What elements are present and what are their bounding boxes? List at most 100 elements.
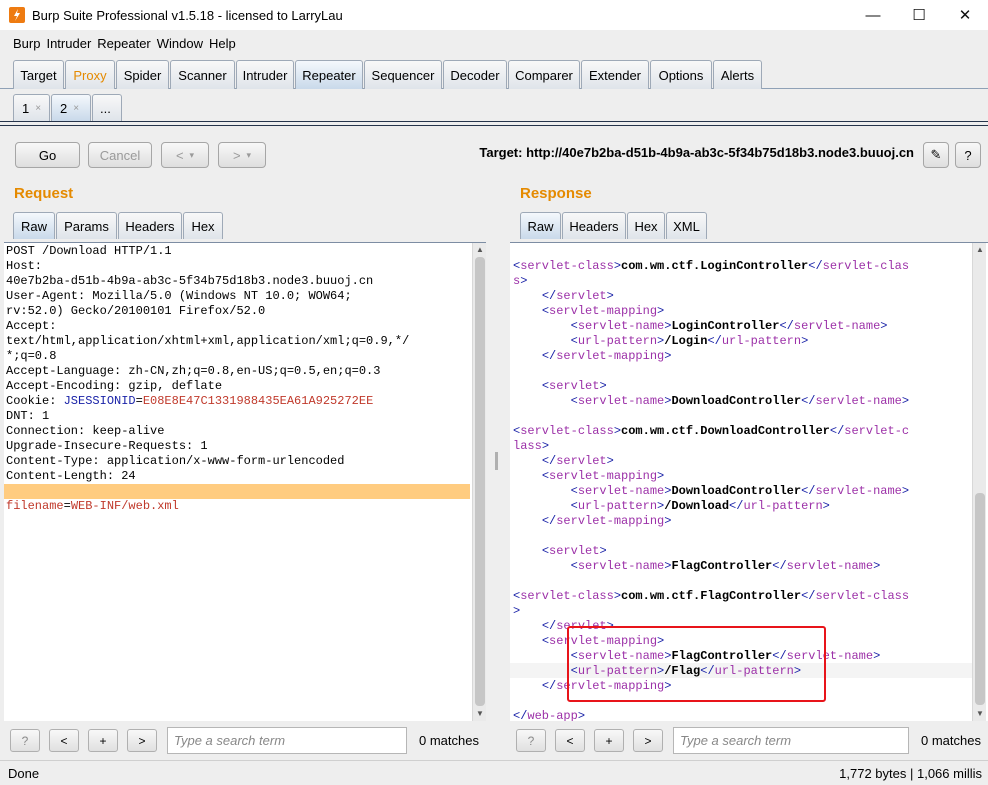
repeater-tab-2[interactable]: 2 × xyxy=(51,94,91,121)
tab-repeater[interactable]: Repeater xyxy=(295,60,363,89)
tab-comparer[interactable]: Comparer xyxy=(508,60,580,89)
response-prev-button[interactable]: < xyxy=(555,729,585,752)
response-line: </servlet> xyxy=(513,454,988,469)
response-token xyxy=(513,664,571,678)
request-line: POST /Download HTTP/1.1 xyxy=(6,244,486,259)
response-add-button[interactable]: + xyxy=(594,729,624,752)
request-help-button[interactable]: ? xyxy=(10,729,40,752)
scroll-down-icon[interactable]: ▼ xyxy=(474,709,486,719)
response-token: </ xyxy=(541,619,557,633)
response-token: </ xyxy=(541,349,557,363)
close-icon[interactable]: ✕ xyxy=(942,0,988,30)
request-token: E08E8E47C1331988435EA61A925272EE xyxy=(142,394,374,408)
scroll-thumb[interactable] xyxy=(975,493,985,705)
response-token: < xyxy=(541,544,550,558)
menu-repeater[interactable]: Repeater xyxy=(97,36,150,51)
response-token: servlet-class xyxy=(815,589,910,603)
request-editor[interactable]: POST /Download HTTP/1.1 Host: 40e7b2ba-d51… xyxy=(4,242,486,721)
request-token: POST /Download HTTP/1.1 xyxy=(6,244,172,258)
tab-spider[interactable]: Spider xyxy=(116,60,169,89)
tab-decoder[interactable]: Decoder xyxy=(443,60,507,89)
response-token: > xyxy=(613,589,622,603)
tab-sequencer[interactable]: Sequencer xyxy=(364,60,442,89)
cancel-button[interactable]: Cancel xyxy=(88,142,152,168)
request-token: Upgrade-Insecure-Requests: 1 xyxy=(6,439,208,453)
request-tab-hex[interactable]: Hex xyxy=(183,212,223,239)
minimize-icon[interactable]: — xyxy=(850,0,896,30)
maximize-icon[interactable]: ☐ xyxy=(896,0,942,30)
tool-tabs: Target Proxy Spider Scanner Intruder Rep… xyxy=(0,56,988,89)
scroll-up-icon[interactable]: ▲ xyxy=(474,245,486,255)
repeater-tab-new[interactable]: ... xyxy=(92,94,122,121)
request-token: Accept-Encoding: gzip, deflate xyxy=(6,379,223,393)
tab-proxy[interactable]: Proxy xyxy=(65,60,115,89)
request-line: Cookie: JSESSIONID=E08E8E47C1331988435EA… xyxy=(6,394,486,409)
response-line xyxy=(513,244,988,259)
response-token: > xyxy=(541,439,550,453)
response-token: </ xyxy=(801,394,816,408)
request-next-button[interactable]: > xyxy=(127,729,157,752)
tab-close-icon[interactable]: × xyxy=(35,103,41,114)
request-matches: 0 matches xyxy=(419,733,479,748)
tab-extender[interactable]: Extender xyxy=(581,60,649,89)
response-token: > xyxy=(901,394,910,408)
request-line: DNT: 1 xyxy=(6,409,486,424)
request-tab-raw[interactable]: Raw xyxy=(13,212,55,239)
back-button[interactable]: < ▾ xyxy=(161,142,209,168)
request-tab-params[interactable]: Params xyxy=(56,212,117,239)
request-token: User-Agent: Mozilla/5.0 (Windows NT 10.0… xyxy=(6,289,352,303)
response-token xyxy=(513,634,542,648)
response-token: servlet xyxy=(556,289,607,303)
request-scrollbar[interactable]: ▲ ▼ xyxy=(472,243,486,721)
request-line xyxy=(6,484,486,499)
repeater-tab-label: 2 xyxy=(60,100,68,116)
response-token: FlagController xyxy=(671,559,773,573)
scroll-down-icon[interactable]: ▼ xyxy=(974,709,986,719)
request-token: text/html,application/xhtml+xml,applicat… xyxy=(6,334,410,348)
response-token xyxy=(513,379,542,393)
menu-burp[interactable]: Burp xyxy=(13,36,40,51)
response-line: </servlet-mapping> xyxy=(513,349,988,364)
response-token: servlet xyxy=(549,544,600,558)
response-scrollbar[interactable]: ▲ ▼ xyxy=(972,243,986,721)
request-token: Accept: xyxy=(6,319,57,333)
response-search-input[interactable]: Type a search term xyxy=(673,727,909,754)
scroll-up-icon[interactable]: ▲ xyxy=(974,245,986,255)
tab-intruder[interactable]: Intruder xyxy=(236,60,294,89)
menu-help[interactable]: Help xyxy=(209,36,236,51)
response-line: <servlet-mapping> xyxy=(513,469,988,484)
forward-button[interactable]: > ▾ xyxy=(218,142,266,168)
response-help-button[interactable]: ? xyxy=(516,729,546,752)
request-add-button[interactable]: + xyxy=(88,729,118,752)
go-button[interactable]: Go xyxy=(15,142,80,168)
request-line: Content-Type: application/x-www-form-url… xyxy=(6,454,486,469)
response-token: </ xyxy=(801,589,816,603)
response-token xyxy=(513,619,542,633)
response-tab-hex[interactable]: Hex xyxy=(627,212,665,239)
response-tab-raw[interactable]: Raw xyxy=(520,212,561,239)
tab-target[interactable]: Target xyxy=(13,60,64,89)
response-token xyxy=(513,334,571,348)
tab-alerts[interactable]: Alerts xyxy=(713,60,762,89)
response-tab-xml[interactable]: XML xyxy=(666,212,707,239)
repeater-tab-1[interactable]: 1 × xyxy=(13,94,50,121)
request-search-input[interactable]: Type a search term xyxy=(167,727,407,754)
tab-options[interactable]: Options xyxy=(650,60,712,89)
response-token: < xyxy=(570,559,578,573)
tab-scanner[interactable]: Scanner xyxy=(170,60,235,89)
response-token xyxy=(513,499,571,513)
help-button[interactable]: ? xyxy=(955,142,981,168)
request-prev-button[interactable]: < xyxy=(49,729,79,752)
split-grip[interactable] xyxy=(495,452,498,470)
edit-target-button[interactable]: ✎ xyxy=(923,142,949,168)
menu-intruder[interactable]: Intruder xyxy=(46,36,91,51)
tab-close-icon[interactable]: × xyxy=(73,103,79,114)
scroll-thumb[interactable] xyxy=(475,257,485,706)
request-tab-headers[interactable]: Headers xyxy=(118,212,182,239)
menu-window[interactable]: Window xyxy=(157,36,203,51)
response-next-button[interactable]: > xyxy=(633,729,663,752)
response-token: url-pattern xyxy=(721,334,802,348)
response-tab-headers[interactable]: Headers xyxy=(562,212,626,239)
response-line: <servlet-name>DownloadController</servle… xyxy=(513,484,988,499)
request-line: *;q=0.8 xyxy=(6,349,486,364)
